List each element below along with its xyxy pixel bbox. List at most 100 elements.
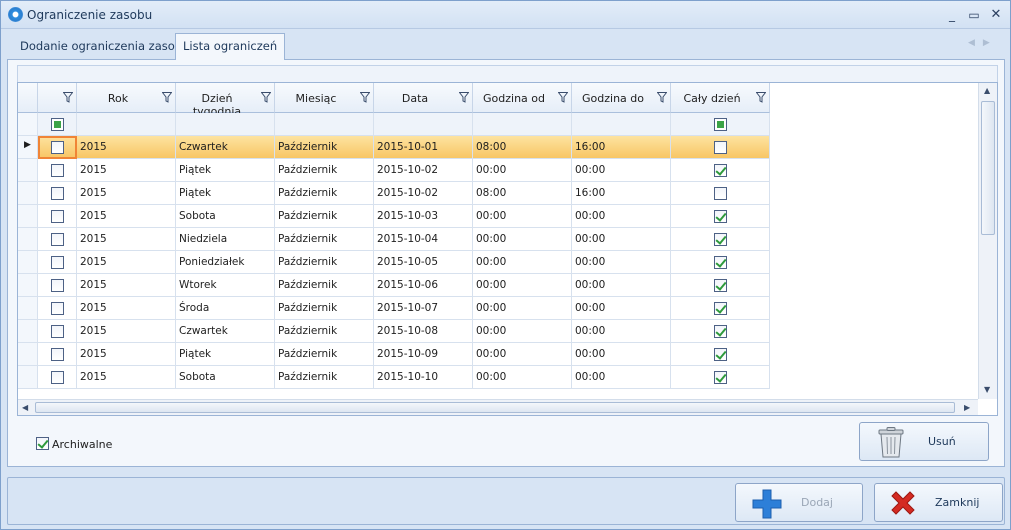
filter-icon[interactable] bbox=[459, 92, 469, 103]
cell-miesiac[interactable]: Październik bbox=[275, 297, 374, 320]
cell-godzina-od[interactable]: 00:00 bbox=[473, 343, 572, 366]
archive-toggle[interactable]: Archiwalne bbox=[36, 435, 112, 451]
row-select-checkbox[interactable] bbox=[51, 233, 64, 246]
filter-icon[interactable] bbox=[261, 92, 271, 103]
cell-data[interactable]: 2015-10-03 bbox=[374, 205, 473, 228]
vertical-scroll-thumb[interactable] bbox=[981, 101, 995, 235]
caly-dzien-checkbox[interactable] bbox=[714, 187, 727, 200]
cell-miesiac[interactable]: Październik bbox=[275, 320, 374, 343]
cell-caly-dzien[interactable] bbox=[671, 136, 770, 159]
cell-caly-dzien[interactable] bbox=[671, 205, 770, 228]
caly-dzien-checkbox[interactable] bbox=[714, 279, 727, 292]
cell-data[interactable]: 2015-10-04 bbox=[374, 228, 473, 251]
cell-miesiac[interactable]: Październik bbox=[275, 251, 374, 274]
table-row[interactable]: 2015 Piątek Październik 2015-10-02 00:00 00:0… bbox=[18, 159, 770, 182]
cell-rok[interactable]: 2015 bbox=[77, 159, 176, 182]
cell-dzien-tygodnia[interactable]: Piątek bbox=[176, 182, 275, 205]
tab-restriction-list[interactable]: Lista ograniczeń bbox=[175, 33, 286, 60]
cell-select[interactable] bbox=[38, 274, 77, 297]
archive-checkbox[interactable] bbox=[36, 437, 49, 450]
cell-miesiac[interactable]: Październik bbox=[275, 343, 374, 366]
cell-miesiac[interactable]: Październik bbox=[275, 274, 374, 297]
row-select-checkbox[interactable] bbox=[51, 348, 64, 361]
filter-cell-select[interactable] bbox=[38, 113, 77, 136]
cell-godzina-od[interactable]: 00:00 bbox=[473, 297, 572, 320]
cell-caly-dzien[interactable] bbox=[671, 182, 770, 205]
cell-godzina-do[interactable]: 00:00 bbox=[572, 320, 671, 343]
caly-dzien-checkbox[interactable] bbox=[714, 348, 727, 361]
cell-caly-dzien[interactable] bbox=[671, 228, 770, 251]
caly-dzien-checkbox[interactable] bbox=[714, 210, 727, 223]
row-indicator[interactable] bbox=[18, 320, 38, 343]
cell-dzien-tygodnia[interactable]: Środa bbox=[176, 297, 275, 320]
row-select-checkbox[interactable] bbox=[51, 164, 64, 177]
delete-button[interactable]: Usuń bbox=[859, 422, 989, 461]
cell-rok[interactable]: 2015 bbox=[77, 320, 176, 343]
row-select-checkbox[interactable] bbox=[51, 187, 64, 200]
table-row[interactable]: 2015 Sobota Październik 2015-10-03 00:00 00:0… bbox=[18, 205, 770, 228]
cell-rok[interactable]: 2015 bbox=[77, 366, 176, 389]
cell-dzien-tygodnia[interactable]: Piątek bbox=[176, 159, 275, 182]
cell-godzina-od[interactable]: 00:00 bbox=[473, 366, 572, 389]
cell-godzina-do[interactable]: 16:00 bbox=[572, 182, 671, 205]
horizontal-scroll-thumb[interactable] bbox=[35, 402, 955, 413]
row-select-checkbox[interactable] bbox=[51, 279, 64, 292]
filter-icon[interactable] bbox=[162, 92, 172, 103]
table-row[interactable]: 2015 Czwartek Październik 2015-10-08 00:00 00… bbox=[18, 320, 770, 343]
close-button[interactable]: Zamknij bbox=[874, 483, 1003, 522]
row-select-checkbox[interactable] bbox=[51, 302, 64, 315]
filter-cell-od[interactable] bbox=[473, 113, 572, 136]
header-godzina-od[interactable]: Godzina od bbox=[473, 83, 572, 113]
row-indicator[interactable] bbox=[18, 205, 38, 228]
row-indicator[interactable] bbox=[18, 343, 38, 366]
filter-icon[interactable] bbox=[558, 92, 568, 103]
cell-select[interactable] bbox=[38, 182, 77, 205]
caly-dzien-checkbox[interactable] bbox=[714, 371, 727, 384]
cell-dzien-tygodnia[interactable]: Piątek bbox=[176, 343, 275, 366]
cell-miesiac[interactable]: Październik bbox=[275, 159, 374, 182]
row-indicator[interactable] bbox=[18, 228, 38, 251]
row-select-checkbox[interactable] bbox=[51, 210, 64, 223]
cell-godzina-od[interactable]: 00:00 bbox=[473, 228, 572, 251]
cell-godzina-do[interactable]: 00:00 bbox=[572, 343, 671, 366]
cell-dzien-tygodnia[interactable]: Sobota bbox=[176, 366, 275, 389]
cell-godzina-do[interactable]: 16:00 bbox=[572, 136, 671, 159]
cell-select[interactable] bbox=[38, 205, 77, 228]
cell-godzina-do[interactable]: 00:00 bbox=[572, 274, 671, 297]
table-row[interactable]: 2015 Piątek Październik 2015-10-02 08:00 16:0… bbox=[18, 182, 770, 205]
scroll-down-icon[interactable]: ▼ bbox=[984, 385, 990, 394]
minimize-icon[interactable]: _ bbox=[943, 6, 961, 24]
cell-select[interactable] bbox=[38, 320, 77, 343]
filter-cell-dzien[interactable] bbox=[176, 113, 275, 136]
row-indicator[interactable]: ▶ bbox=[18, 136, 38, 159]
row-indicator[interactable] bbox=[18, 159, 38, 182]
add-button[interactable]: Dodaj bbox=[735, 483, 863, 522]
cell-miesiac[interactable]: Październik bbox=[275, 205, 374, 228]
filter-cell-data[interactable] bbox=[374, 113, 473, 136]
cell-select[interactable] bbox=[38, 228, 77, 251]
filter-icon[interactable] bbox=[360, 92, 370, 103]
cell-select[interactable] bbox=[38, 251, 77, 274]
filter-icon[interactable] bbox=[63, 92, 73, 103]
cell-rok[interactable]: 2015 bbox=[77, 228, 176, 251]
header-data[interactable]: Data bbox=[374, 83, 473, 113]
cell-miesiac[interactable]: Październik bbox=[275, 228, 374, 251]
cell-godzina-do[interactable]: 00:00 bbox=[572, 251, 671, 274]
cell-godzina-do[interactable]: 00:00 bbox=[572, 205, 671, 228]
cell-data[interactable]: 2015-10-06 bbox=[374, 274, 473, 297]
header-miesiac[interactable]: Miesiąc bbox=[275, 83, 374, 113]
cell-godzina-od[interactable]: 00:00 bbox=[473, 159, 572, 182]
filter-cell-caly[interactable] bbox=[671, 113, 770, 136]
caly-dzien-checkbox[interactable] bbox=[714, 256, 727, 269]
cell-data[interactable]: 2015-10-02 bbox=[374, 159, 473, 182]
row-indicator[interactable] bbox=[18, 366, 38, 389]
cell-caly-dzien[interactable] bbox=[671, 366, 770, 389]
cell-data[interactable]: 2015-10-07 bbox=[374, 297, 473, 320]
cell-caly-dzien[interactable] bbox=[671, 251, 770, 274]
cell-caly-dzien[interactable] bbox=[671, 320, 770, 343]
header-godzina-do[interactable]: Godzina do bbox=[572, 83, 671, 113]
row-select-checkbox[interactable] bbox=[51, 371, 64, 384]
cell-data[interactable]: 2015-10-09 bbox=[374, 343, 473, 366]
cell-select[interactable] bbox=[38, 297, 77, 320]
cell-data[interactable]: 2015-10-01 bbox=[374, 136, 473, 159]
